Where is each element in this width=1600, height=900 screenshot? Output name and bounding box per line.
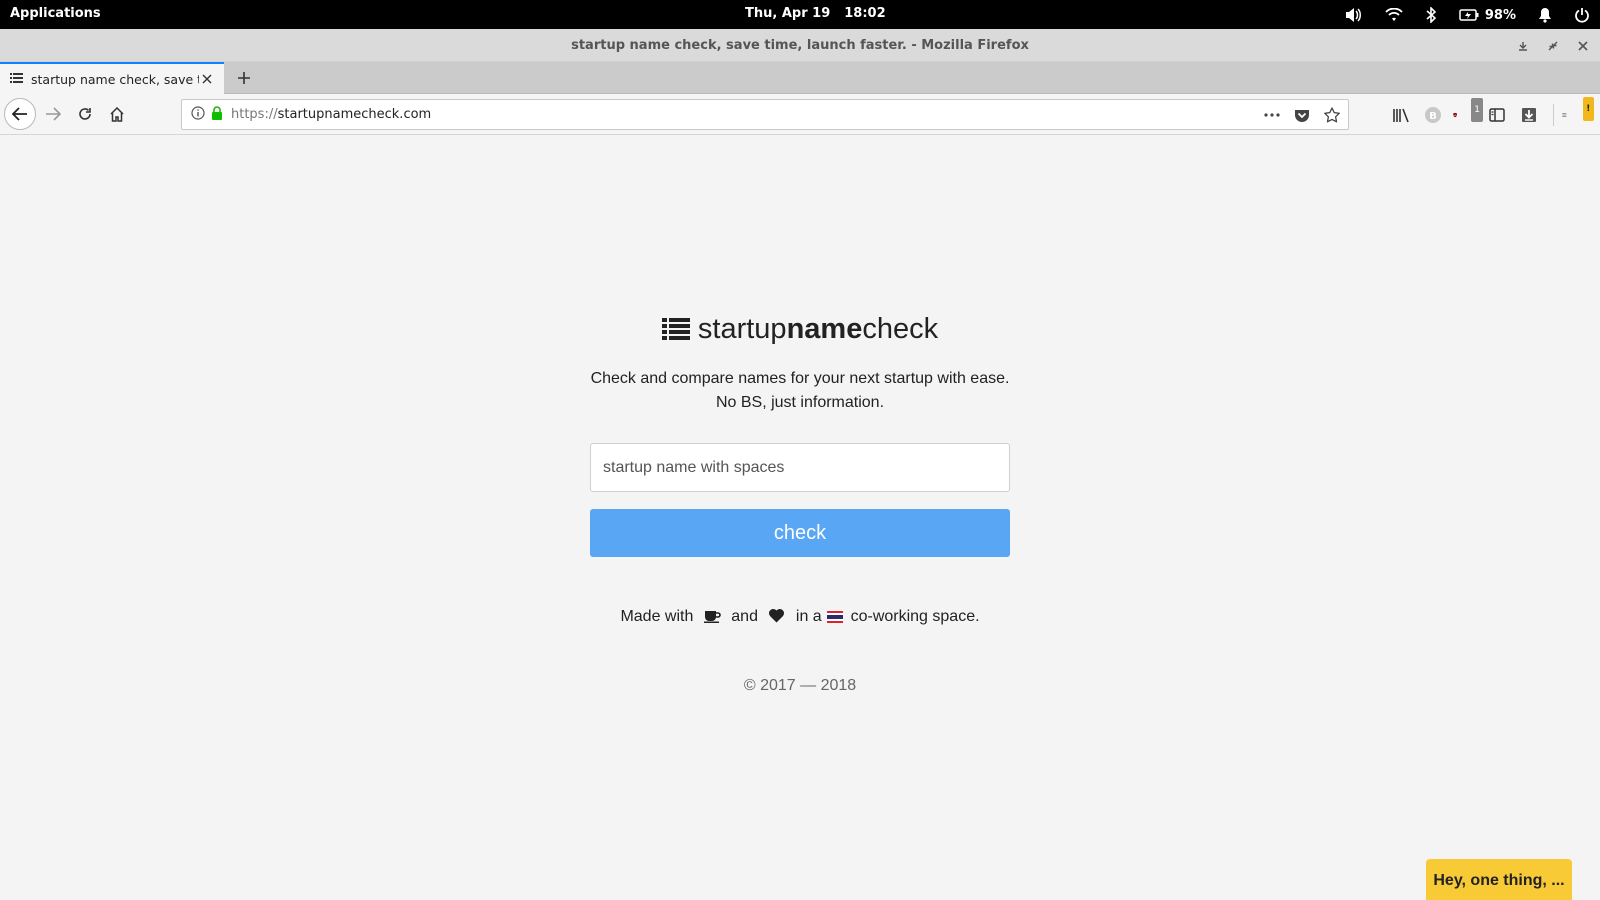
brand-logo: startupnamecheck [0, 313, 1600, 349]
toolbar-right: B uO 1 ! [1381, 97, 1600, 130]
extension-b-icon[interactable]: B [1421, 103, 1445, 127]
tagline-line-2: No BS, just information. [715, 394, 885, 411]
lock-icon [211, 105, 223, 124]
volume-icon[interactable] [1345, 4, 1363, 26]
window-controls [1514, 29, 1592, 62]
brand-word-check: check [862, 313, 939, 345]
menu-warning-badge: ! [1582, 97, 1594, 121]
back-button[interactable] [4, 98, 36, 130]
svg-text:B: B [1429, 111, 1437, 122]
forward-button[interactable] [38, 99, 68, 129]
page-content: startupnamecheck Check and compare names… [0, 135, 1600, 900]
time-text: 18:02 [844, 6, 886, 21]
thailand-flag-icon [827, 610, 844, 628]
made-with-line: Made with and in a co-working space. [0, 608, 1600, 628]
pocket-icon[interactable] [1292, 104, 1312, 126]
toolbar-separator [1553, 104, 1554, 126]
info-icon[interactable] [191, 105, 205, 124]
minimize-icon[interactable] [1514, 29, 1532, 62]
navigation-toolbar: https://startupnamecheck.com B uO 1 ! [0, 94, 1600, 135]
wifi-icon[interactable] [1385, 4, 1403, 26]
heart-icon [768, 608, 785, 628]
tagline: Check and compare names for your next st… [0, 367, 1600, 415]
tab-strip: startup name check, save time, launch fa… [0, 62, 1600, 95]
brand-word-startup: startup [697, 313, 787, 345]
new-tab-icon[interactable] [232, 66, 256, 90]
url-bar-actions [1262, 104, 1342, 126]
hamburger-menu-icon[interactable]: ! [1562, 97, 1594, 127]
system-tray: 98% [1323, 4, 1590, 26]
brand-word-name: name [786, 313, 863, 345]
made-with-suffix: co-working space. [850, 608, 980, 625]
svg-text:uO: uO [1454, 115, 1457, 117]
coffee-icon [703, 609, 721, 628]
tab-active[interactable]: startup name check, save time, launch fa… [0, 62, 224, 95]
system-top-bar: Applications Thu, Apr 19 18:02 98% [0, 0, 1600, 29]
sidebar-icon[interactable] [1485, 103, 1509, 127]
page-actions-icon[interactable] [1262, 104, 1282, 126]
downloads-icon[interactable] [1517, 103, 1541, 127]
copyright: © 2017 — 2018 [743, 677, 857, 694]
home-button[interactable] [102, 99, 132, 129]
list-icon [661, 316, 690, 349]
bluetooth-icon[interactable] [1425, 4, 1437, 26]
reload-button[interactable] [70, 99, 100, 129]
date-text: Thu, Apr 19 [745, 6, 831, 21]
url-host: startupnamecheck.com [277, 107, 432, 122]
power-icon[interactable] [1574, 4, 1590, 26]
list-icon [10, 72, 23, 87]
notification-bell-icon[interactable] [1538, 4, 1552, 26]
applications-menu[interactable]: Applications [10, 6, 101, 21]
startup-name-input[interactable] [590, 443, 1010, 492]
tab-title: startup name check, save time, launch fa… [31, 72, 199, 87]
bookmark-star-icon[interactable] [1322, 104, 1342, 126]
library-icon[interactable] [1389, 103, 1413, 127]
tagline-line-1: Check and compare names for your next st… [590, 370, 1010, 387]
battery-icon[interactable]: 98% [1459, 4, 1516, 26]
battery-percent: 98% [1484, 7, 1516, 23]
url-bar[interactable]: https://startupnamecheck.com [181, 99, 1349, 130]
window-title: startup name check, save time, launch fa… [571, 38, 1029, 53]
made-with-prefix: Made with [620, 608, 694, 625]
clock[interactable]: Thu, Apr 19 18:02 [745, 6, 900, 21]
ublock-icon[interactable]: uO 1 [1453, 98, 1483, 127]
hey-one-thing-button[interactable]: Hey, one thing, ... [1426, 859, 1572, 900]
url-text: https://startupnamecheck.com [231, 107, 431, 122]
made-with-and: and [731, 608, 758, 625]
made-with-in-a: in a [795, 608, 822, 625]
window-title-bar: startup name check, save time, launch fa… [0, 29, 1600, 62]
check-button[interactable]: check [590, 509, 1010, 557]
restore-icon[interactable] [1544, 29, 1562, 62]
close-window-icon[interactable] [1574, 29, 1592, 62]
close-tab-icon[interactable] [198, 70, 216, 88]
addon-badge: 1 [1471, 98, 1483, 122]
url-scheme: https:// [231, 107, 278, 122]
